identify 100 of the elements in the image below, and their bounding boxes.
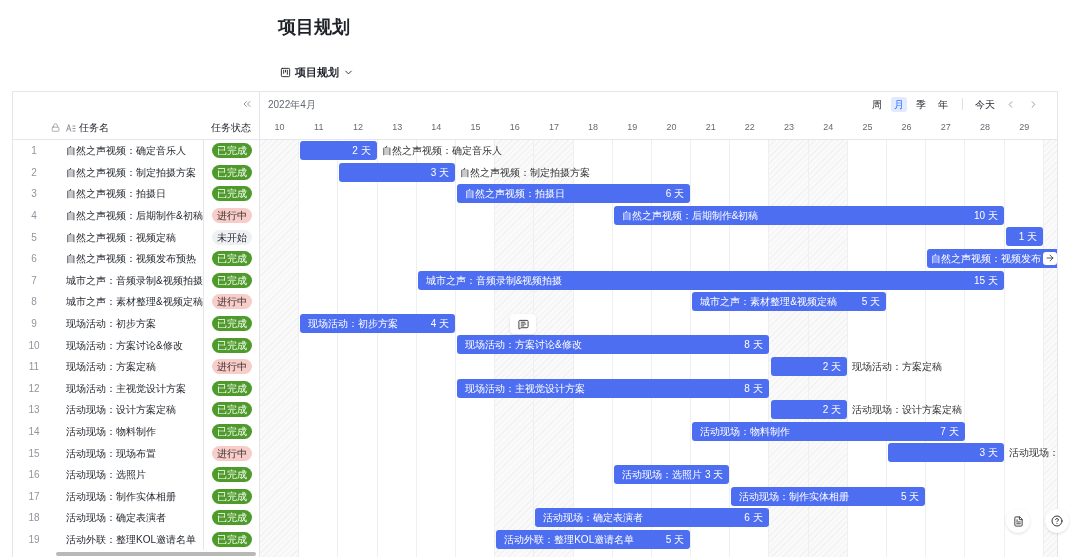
task-name: 现场活动：初步方案 [65,317,157,332]
view-selector[interactable]: 项目规划 [280,64,354,81]
help-button[interactable] [1045,509,1069,533]
task-bar[interactable]: 现场活动：主视觉设计方案 8 天 [457,378,769,398]
task-name: 自然之声视频：制定拍摄方案 [65,165,197,180]
status-tag: 已完成 [211,380,252,396]
day-label: 23 [783,120,796,134]
task-bar[interactable]: 现场活动：方案讨论&修改 8 天 [457,335,769,355]
page-title: 项目规划 [278,16,350,39]
row-number: 17 [27,489,41,504]
status-tag: 已完成 [211,402,252,418]
day-label: 16 [508,120,521,134]
status-tag: 进行中 [211,294,252,310]
bar-duration: 7 天 [940,424,959,439]
row-number: 16 [27,468,41,483]
lock-icon [51,123,60,132]
time-scale-tab[interactable]: 月 [891,96,907,112]
status-tag: 已完成 [211,467,252,483]
task-name: 现场活动：方案定稿 [65,360,157,375]
document-icon [1012,515,1024,527]
time-scale-tab[interactable]: 年 [935,96,951,112]
bar-label: 活动现场：制作实体相册 [738,489,850,504]
task-bar[interactable]: 2 天 [770,400,847,420]
column-header: 任务名 [79,121,110,135]
task-bar[interactable]: 1 天 [1005,227,1043,247]
task-name: 活动现场：现场布置 [65,446,157,461]
collapse-icon[interactable] [241,98,253,110]
bar-duration: 3 天 [705,467,724,482]
bar-label: 活动现场：物料制作 [699,424,791,439]
bar-label: 活动现场：选照片 [620,467,702,482]
task-name: 活动现场：物料制作 [65,425,157,439]
help-icon [1051,515,1063,527]
task-name: 自然之声视频：后期制作&初稿 [65,209,203,224]
bar-duration: 5 天 [901,489,920,504]
day-label: 28 [978,120,991,134]
text-field-icon [66,123,76,132]
task-name: 活动现场：确定表演者 [65,511,167,526]
task-bar[interactable]: 活动现场：物料制作 7 天 [692,421,965,441]
status-tag: 已完成 [211,272,252,288]
task-name: 城市之声：素材整理&视频定稿 [65,295,203,310]
status-tag: 已完成 [211,251,252,267]
day-label: 15 [469,120,482,134]
bar-label: 自然之声视频：后期制作&初稿 [620,208,759,223]
day-label: 14 [430,120,443,134]
task-bar[interactable]: 城市之声：音频录制&视频拍摄 15 天 [417,270,1004,290]
row-number: 3 [30,187,38,202]
bar-duration: 8 天 [744,381,763,396]
document-button[interactable] [1006,509,1030,533]
task-name: 城市之声：音频录制&视频拍摄 [65,273,203,288]
task-bar[interactable]: 3 天 [888,443,1004,463]
task-bar[interactable]: 自然之声视频：后期制作&初稿 10 天 [613,205,1004,225]
task-bar[interactable]: 自然之声视频：拍摄日 6 天 [457,184,691,204]
gantt-view-icon [280,66,291,78]
bar-duration: 2 天 [822,359,841,374]
bar-label: 活动现场：确定表演者 [542,511,644,526]
bar-label: 活动外联：整理KOL邀请名单 [503,532,635,547]
time-scale-tab[interactable]: 季 [913,96,929,112]
day-label: 18 [587,120,600,134]
status-tag: 已完成 [211,337,252,353]
task-bar[interactable]: 现场活动：初步方案 4 天 [300,313,455,333]
bar-duration: 15 天 [973,273,998,288]
scroll-to-bar-button[interactable] [1043,251,1057,265]
bar-duration: 10 天 [973,208,998,223]
status-tag: 已完成 [211,164,252,180]
task-name: 自然之声视频：视频定稿 [65,230,177,245]
task-bar[interactable]: 活动外联：整理KOL邀请名单 5 天 [496,529,691,549]
day-label: 24 [822,120,835,134]
comment-button[interactable] [510,314,536,334]
status-tag: 已完成 [211,510,252,526]
bar-duration: 3 天 [979,446,998,461]
comment-icon [517,318,529,330]
today-button[interactable]: 今天 [975,96,995,112]
task-name: 自然之声视频：确定音乐人 [65,144,187,159]
task-bar[interactable]: 活动现场：制作实体相册 5 天 [731,486,926,506]
row-number: 4 [30,209,38,224]
bar-duration: 2 天 [822,403,841,418]
row-number: 14 [27,425,41,439]
task-name: 活动外联：整理KOL邀请名单 [65,533,197,547]
task-bar[interactable]: 3 天 [339,162,455,182]
day-label: 22 [743,120,756,134]
bar-duration: 6 天 [665,187,685,202]
task-bar[interactable]: 活动现场：确定表演者 6 天 [535,508,769,528]
status-tag: 已完成 [211,143,252,159]
row-number: 6 [30,252,38,267]
row-number: 2 [30,165,38,180]
day-label: 27 [939,120,952,134]
row-number: 12 [27,381,41,396]
horizontal-scrollbar[interactable] [56,552,256,556]
status-tag: 已完成 [211,424,252,439]
row-number: 15 [27,446,41,461]
day-label: 25 [861,120,874,134]
task-bar[interactable]: 城市之声：素材整理&视频定稿 5 天 [692,292,887,312]
time-scale-tab[interactable]: 周 [869,96,885,112]
bar-duration: 5 天 [861,295,881,310]
bar-label: 城市之声：素材整理&视频定稿 [699,295,837,310]
task-bar[interactable]: 自然之声视频：视频发布 [927,248,1057,268]
column-header: 任务状态 [210,121,252,135]
task-bar[interactable]: 2 天 [300,141,377,160]
task-bar[interactable]: 活动现场：选照片 3 天 [613,464,730,484]
day-label: 29 [1018,120,1031,134]
